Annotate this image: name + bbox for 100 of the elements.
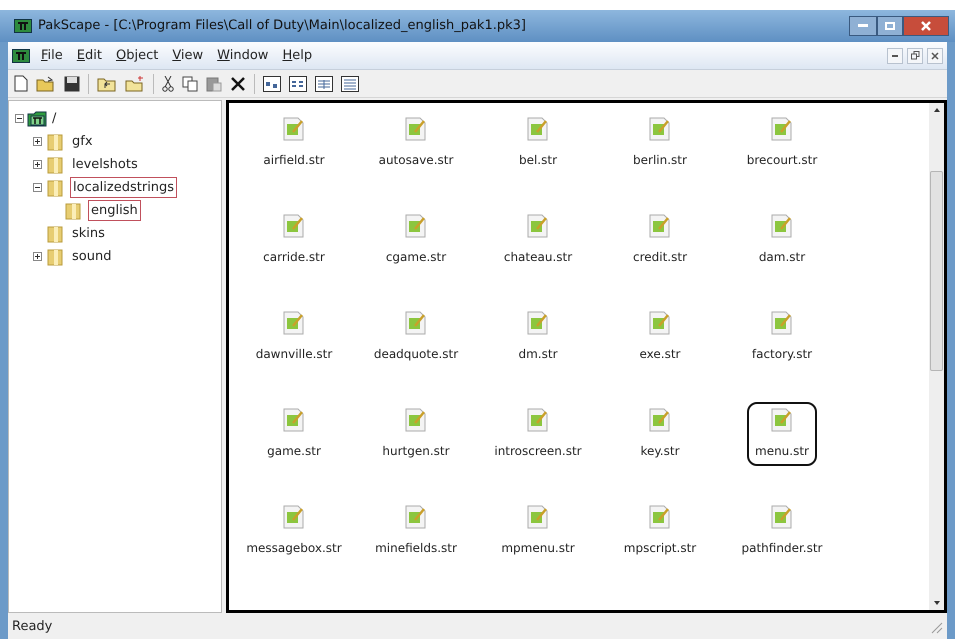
expand-icon[interactable] bbox=[33, 160, 42, 169]
save-icon[interactable] bbox=[64, 76, 80, 92]
restore-icon bbox=[910, 51, 920, 60]
file-icon[interactable] bbox=[283, 408, 305, 432]
close-button[interactable] bbox=[927, 48, 943, 64]
file-icon[interactable] bbox=[771, 117, 793, 141]
app-icon bbox=[14, 19, 32, 33]
folder-up-icon[interactable] bbox=[97, 76, 117, 92]
file-name[interactable]: minefields.str bbox=[373, 539, 459, 557]
file-name[interactable]: dam.str bbox=[756, 248, 808, 266]
file-name[interactable]: autosave.str bbox=[376, 151, 456, 169]
file-name[interactable]: airfield.str bbox=[261, 151, 327, 169]
file-name[interactable]: dm.str bbox=[516, 345, 560, 363]
minimize-button[interactable] bbox=[849, 16, 877, 36]
file-name[interactable]: game.str bbox=[265, 442, 323, 460]
small-icons-view-icon[interactable] bbox=[289, 76, 307, 92]
file-icon[interactable] bbox=[648, 505, 671, 529]
new-file-icon[interactable] bbox=[14, 75, 28, 92]
root-folder-icon bbox=[27, 110, 47, 126]
file-name[interactable]: factory.str bbox=[750, 345, 814, 363]
file-name[interactable]: introscreen.str bbox=[492, 442, 584, 460]
delete-icon[interactable] bbox=[230, 76, 246, 92]
tree-item[interactable]: levelshots bbox=[70, 154, 140, 174]
file-icon[interactable] bbox=[649, 311, 671, 335]
file-name[interactable]: berlin.str bbox=[631, 151, 689, 169]
file-icon[interactable] bbox=[527, 214, 549, 238]
file-name[interactable]: messagebox.str bbox=[244, 539, 344, 557]
file-name[interactable]: carride.str bbox=[261, 248, 327, 266]
file-icon[interactable] bbox=[283, 117, 305, 141]
tree-item[interactable]: gfx bbox=[70, 132, 95, 152]
file-icon[interactable] bbox=[404, 408, 427, 432]
tree-item[interactable]: localizedstrings bbox=[70, 176, 178, 198]
file-name[interactable]: brecourt.str bbox=[744, 151, 820, 169]
minimize-button[interactable] bbox=[887, 48, 903, 64]
file-icon[interactable] bbox=[282, 505, 305, 529]
expand-icon[interactable] bbox=[33, 252, 42, 261]
file-name[interactable]: exe.str bbox=[638, 345, 682, 363]
collapse-icon[interactable] bbox=[15, 114, 24, 123]
open-folder-icon[interactable] bbox=[36, 76, 56, 92]
details-view-icon[interactable] bbox=[341, 76, 359, 92]
paste-icon[interactable] bbox=[206, 76, 222, 92]
list-view-icon[interactable] bbox=[315, 76, 333, 92]
file-name[interactable]: deadquote.str bbox=[372, 345, 460, 363]
file-icon[interactable] bbox=[649, 408, 671, 432]
menu-item[interactable]: Window bbox=[210, 46, 276, 66]
expand-icon[interactable] bbox=[33, 137, 42, 146]
file-name[interactable]: credit.str bbox=[630, 248, 689, 266]
app-icon bbox=[12, 48, 30, 62]
scrollbar-thumb[interactable] bbox=[930, 171, 943, 371]
collapse-icon[interactable] bbox=[33, 183, 42, 192]
file-icon[interactable] bbox=[526, 311, 549, 335]
file-icon[interactable] bbox=[526, 117, 549, 141]
resize-grip-icon[interactable] bbox=[929, 620, 943, 634]
file-name[interactable]: bel.str bbox=[516, 151, 560, 169]
file-icon[interactable] bbox=[648, 117, 671, 141]
file-icon[interactable] bbox=[648, 214, 671, 238]
file-name[interactable]: menu.str bbox=[753, 442, 811, 460]
maximize-icon bbox=[885, 22, 895, 30]
menu-item[interactable]: View bbox=[165, 46, 210, 66]
file-name[interactable]: dawnville.str bbox=[254, 345, 334, 363]
window-title: PakScape - [C:\Program Files\Call of Duty\Main\localized_english_pak1.pk3] bbox=[38, 17, 526, 36]
tree-item[interactable]: english bbox=[88, 200, 141, 222]
copy-icon[interactable] bbox=[182, 76, 198, 92]
file-name[interactable]: mpmenu.str bbox=[499, 539, 577, 557]
restore-button[interactable] bbox=[907, 48, 923, 64]
file-icon[interactable] bbox=[405, 505, 427, 529]
close-icon bbox=[921, 21, 931, 31]
tree-item[interactable]: sound bbox=[70, 246, 114, 266]
menu-item[interactable]: Edit bbox=[70, 46, 109, 66]
file-icon[interactable] bbox=[770, 505, 793, 529]
file-icon[interactable] bbox=[283, 311, 305, 335]
close-icon bbox=[931, 52, 939, 60]
file-icon[interactable] bbox=[526, 505, 549, 529]
minimize-icon bbox=[858, 24, 868, 28]
close-button[interactable] bbox=[903, 16, 949, 36]
file-icon[interactable] bbox=[526, 408, 549, 432]
menu-item[interactable]: Object bbox=[108, 46, 166, 66]
file-icon[interactable] bbox=[770, 311, 793, 335]
cut-icon[interactable] bbox=[162, 76, 174, 92]
file-icon[interactable] bbox=[771, 408, 793, 432]
file-name[interactable]: cgame.str bbox=[384, 248, 448, 266]
file-name[interactable]: key.str bbox=[638, 442, 682, 460]
tree-item[interactable]: / bbox=[50, 108, 58, 128]
file-name[interactable]: chateau.str bbox=[502, 248, 574, 266]
scrollbar[interactable] bbox=[929, 103, 944, 610]
tree-item[interactable]: skins bbox=[70, 224, 107, 244]
file-icon[interactable] bbox=[771, 214, 793, 238]
minimize-icon bbox=[892, 54, 898, 56]
large-icons-view-icon[interactable] bbox=[263, 76, 281, 92]
menu-item[interactable]: Help bbox=[275, 46, 320, 66]
file-name[interactable]: mpscript.str bbox=[622, 539, 698, 557]
file-icon[interactable] bbox=[283, 214, 305, 238]
new-folder-icon[interactable] bbox=[125, 76, 145, 92]
maximize-button[interactable] bbox=[877, 16, 903, 36]
file-name[interactable]: pathfinder.str bbox=[740, 539, 824, 557]
file-icon[interactable] bbox=[404, 311, 427, 335]
file-name[interactable]: hurtgen.str bbox=[380, 442, 452, 460]
menu-item[interactable]: File bbox=[34, 46, 70, 66]
file-icon[interactable] bbox=[404, 214, 427, 238]
file-icon[interactable] bbox=[405, 117, 427, 141]
